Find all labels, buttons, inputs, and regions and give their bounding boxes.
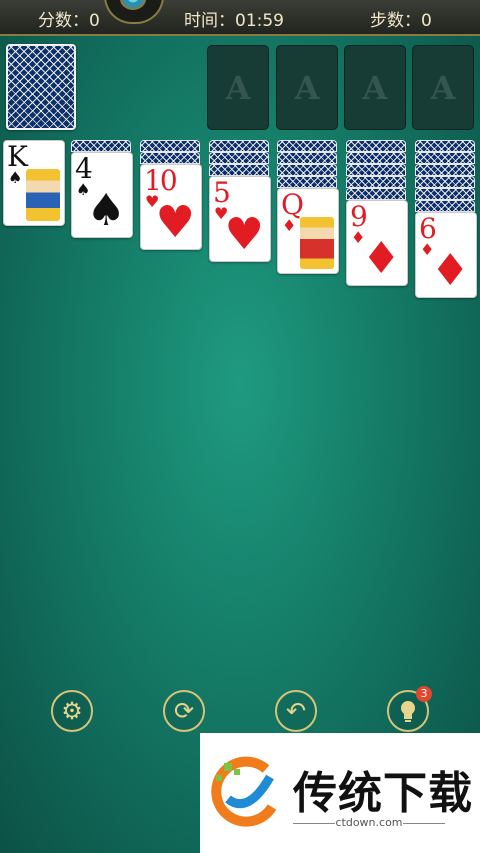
tableau-card-3[interactable]: 10 ♥ ♥ [140,164,202,250]
new-game-button[interactable]: ⟳ [163,690,205,732]
king-figure-icon [26,169,60,221]
hidden-card-stub [346,188,406,200]
hidden-card-stub [209,152,269,164]
card-suit: ♦ [282,216,297,235]
foundation-slot-2[interactable]: A [276,45,338,130]
divider [403,823,445,824]
undo-icon: ↶ [285,697,307,725]
lightbulb-icon [401,701,415,722]
tableau-card-6[interactable]: 9 ♦ ♦ [346,200,408,286]
hidden-card-stub [415,176,475,188]
diamond-icon: ♦ [430,245,470,296]
tableau-card-7[interactable]: 6 ♦ ♦ [415,212,477,298]
hidden-card-stub [346,164,406,176]
hidden-card-stub [346,152,406,164]
score-value: 0 [89,11,100,31]
time-label: 时间： [184,11,235,31]
gear-icon: ⚙ [61,697,83,725]
undo-button[interactable]: ↶ [275,690,317,732]
status-bar: 分数：0 时间：01:59 步数：0 [0,0,480,36]
hidden-card-stub [277,164,337,176]
refresh-icon: ⟳ [173,697,195,725]
hidden-card-stub [277,152,337,164]
tableau-card-5[interactable]: Q ♦ [277,188,339,274]
diamond-icon: ♦ [361,233,401,284]
stock-pile[interactable] [6,44,76,130]
tableau-card-4[interactable]: 5 ♥ ♥ [209,176,271,262]
heart-icon: ♥ [224,209,264,260]
queen-figure-icon [300,217,334,269]
hidden-card-stub [415,188,475,200]
watermark-banner: 传统下载 ctdown.com [200,733,480,853]
foundation-slot-1[interactable]: A [207,45,269,130]
hidden-card-stub [415,140,475,152]
foundation-slot-4[interactable]: A [412,45,474,130]
hidden-card-stub [71,140,131,152]
hidden-card-stub [415,152,475,164]
foundation-slot-3[interactable]: A [344,45,406,130]
hidden-card-stub [346,140,406,152]
score-display: 分数：0 [38,6,100,31]
hidden-card-stub [346,176,406,188]
hidden-card-stub [277,140,337,152]
watermark-title: 传统下载 [293,768,473,819]
moves-label: 步数： [370,11,421,31]
spade-icon: ♠ [86,185,126,236]
time-display: 时间：01:59 [184,6,284,31]
tableau-card-2[interactable]: 4 ♠ ♠ [71,152,133,238]
moves-value: 0 [421,11,432,31]
hint-count-badge: 3 [416,686,432,702]
medal-icon [104,0,164,24]
heart-icon: ♥ [155,197,195,248]
tableau-card-1[interactable]: K ♠ [3,140,65,226]
hidden-card-stub [209,164,269,176]
hidden-card-stub [140,140,200,152]
settings-button[interactable]: ⚙ [51,690,93,732]
hidden-card-stub [277,176,337,188]
hidden-card-stub [415,200,475,212]
hidden-card-stub [415,164,475,176]
ctdown-logo-icon [211,756,277,827]
moves-display: 步数：0 [370,6,432,31]
card-suit: ♠ [8,168,23,187]
score-label: 分数： [38,11,89,31]
time-value: 01:59 [235,11,284,31]
hidden-card-stub [140,152,200,164]
hidden-card-stub [209,140,269,152]
